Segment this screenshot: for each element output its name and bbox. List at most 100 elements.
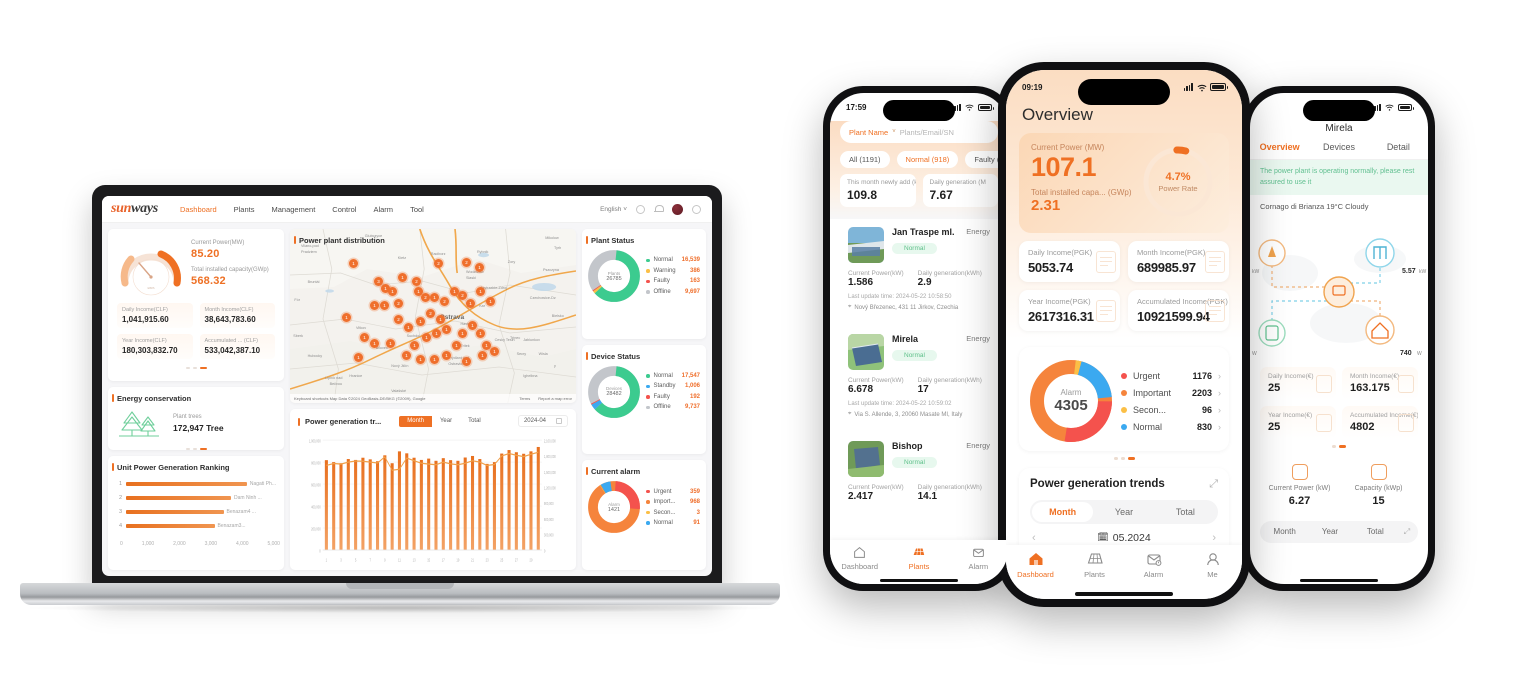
period-tab-year[interactable]: Year bbox=[431, 415, 461, 427]
nav-item-control[interactable]: Control bbox=[332, 205, 356, 214]
map-marker[interactable]: 1 bbox=[466, 299, 475, 308]
period-tab-month[interactable]: Month bbox=[399, 415, 432, 427]
seg-total[interactable]: Total bbox=[1155, 502, 1216, 522]
tab-dashboard[interactable]: Dashboard bbox=[830, 546, 889, 571]
tab-detail[interactable]: Detail bbox=[1369, 142, 1428, 159]
alarm-legend-row[interactable]: Normal 830 › bbox=[1121, 422, 1221, 432]
map-marker[interactable]: 1 bbox=[370, 339, 379, 348]
tab-dashboard[interactable]: Dashboard bbox=[1006, 551, 1065, 579]
date-picker[interactable]: 2024-04 bbox=[517, 415, 568, 427]
map-marker[interactable]: 1 bbox=[388, 287, 397, 296]
carousel-dot-active[interactable] bbox=[199, 448, 207, 450]
prev-month-button[interactable]: ‹ bbox=[1032, 532, 1036, 544]
map-marker[interactable]: 1 bbox=[398, 273, 407, 282]
tab-alarm[interactable]: Alarm bbox=[949, 546, 1008, 571]
avatar[interactable] bbox=[672, 203, 683, 215]
eco-carousel-dots[interactable] bbox=[108, 448, 284, 450]
tab-devices[interactable]: Devices bbox=[1309, 142, 1368, 159]
map-marker[interactable]: 2 bbox=[458, 291, 467, 300]
map-marker[interactable]: 2 bbox=[421, 293, 430, 302]
generation-period-tabs[interactable]: Month Year Total bbox=[399, 415, 489, 427]
carousel-dots[interactable] bbox=[117, 367, 275, 369]
map-card[interactable]: Glubczyce Vilano-pod Pradziem Bruntál Fór Vi… bbox=[290, 229, 576, 403]
nav-item-management[interactable]: Management bbox=[272, 205, 316, 214]
alarm-carousel-dots[interactable] bbox=[1006, 457, 1242, 460]
map-marker[interactable]: 1 bbox=[386, 339, 395, 348]
status-filter-chips[interactable]: All (1191) Normal (918) Faulty (3) bbox=[830, 143, 1008, 172]
plant-card[interactable]: Bishop Normal Energy Current Power(kW) 2.… bbox=[840, 433, 998, 510]
plant-card[interactable]: Mirela Normal Energy Current Power(kW) 6.… bbox=[840, 326, 998, 426]
period-tab-total[interactable]: Total bbox=[460, 415, 489, 427]
income-carousel-dots[interactable] bbox=[1250, 445, 1428, 448]
next-month-button[interactable]: › bbox=[1212, 532, 1216, 544]
map-marker[interactable]: 1 bbox=[436, 315, 445, 324]
map-marker[interactable]: 1 bbox=[430, 355, 439, 364]
detail-tabs[interactable]: Overview Devices Detail bbox=[1250, 142, 1428, 160]
energy-link[interactable]: Energy bbox=[966, 227, 990, 236]
map-marker[interactable]: 1 bbox=[404, 323, 413, 332]
gear-icon[interactable] bbox=[692, 204, 701, 214]
carousel-dot[interactable] bbox=[185, 448, 190, 450]
nav-item-dashboard[interactable]: Dashboard bbox=[180, 205, 217, 214]
map-terms[interactable]: Terms bbox=[519, 396, 530, 401]
plant-card[interactable]: Jan Traspe ml. Normal Energy Current Pow… bbox=[840, 219, 998, 319]
map-marker[interactable]: 1 bbox=[349, 259, 358, 268]
alarm-legend-row[interactable]: Urgent 1176 › bbox=[1121, 371, 1221, 381]
help-icon[interactable] bbox=[636, 204, 645, 214]
map-marker[interactable]: 1 bbox=[416, 317, 425, 326]
nav-item-tool[interactable]: Tool bbox=[410, 205, 424, 214]
map-marker[interactable]: 1 bbox=[458, 329, 467, 338]
map-marker[interactable]: 1 bbox=[354, 353, 363, 362]
tab-me[interactable]: Me bbox=[1183, 551, 1242, 579]
seg-total[interactable]: Total bbox=[1353, 523, 1398, 540]
map-marker[interactable]: 1 bbox=[422, 333, 431, 342]
language-selector[interactable]: English ˅ bbox=[600, 206, 627, 213]
tab-plants[interactable]: Plants bbox=[1065, 551, 1124, 579]
expand-icon[interactable]: ⤢ bbox=[1209, 478, 1218, 491]
map-marker[interactable]: 1 bbox=[475, 263, 484, 272]
alarm-legend-row[interactable]: Important 2203 › bbox=[1121, 388, 1221, 398]
map-marker[interactable]: 2 bbox=[434, 259, 443, 268]
map-marker[interactable]: 1 bbox=[380, 301, 389, 310]
carousel-dot[interactable] bbox=[192, 448, 197, 450]
carousel-dot[interactable] bbox=[1332, 445, 1336, 448]
nav-item-alarm[interactable]: Alarm bbox=[373, 205, 393, 214]
carousel-dot[interactable] bbox=[185, 367, 190, 369]
carousel-dot[interactable] bbox=[1113, 457, 1118, 460]
tab-plants[interactable]: Plants bbox=[889, 546, 948, 571]
map-marker[interactable]: 1 bbox=[402, 351, 411, 360]
trends-period-tabs[interactable]: Month Year Total bbox=[1030, 499, 1218, 524]
energy-link[interactable]: Energy bbox=[966, 441, 990, 450]
map-marker[interactable]: 1 bbox=[342, 313, 351, 322]
map-marker[interactable]: 2 bbox=[394, 299, 403, 308]
map-marker[interactable]: 1 bbox=[432, 329, 441, 338]
map-marker[interactable]: 1 bbox=[478, 351, 487, 360]
map-marker[interactable]: 1 bbox=[410, 341, 419, 350]
carousel-dot-active[interactable] bbox=[199, 367, 207, 369]
filter-chip-normal[interactable]: Normal (918) bbox=[896, 151, 959, 168]
map-marker[interactable]: 2 bbox=[440, 297, 449, 306]
map-report[interactable]: Report a map error bbox=[538, 396, 572, 401]
tab-alarm[interactable]: Alarm bbox=[1124, 551, 1183, 579]
map-marker[interactable]: 1 bbox=[476, 329, 485, 338]
map-marker[interactable]: 1 bbox=[490, 347, 499, 356]
carousel-dot[interactable] bbox=[192, 367, 197, 369]
map-marker[interactable]: 1 bbox=[452, 341, 461, 350]
nav-item-plants[interactable]: Plants bbox=[234, 205, 255, 214]
seg-year[interactable]: Year bbox=[1307, 523, 1352, 540]
map-marker[interactable]: 1 bbox=[442, 351, 451, 360]
notification-bell-icon[interactable] bbox=[654, 204, 664, 214]
plant-name-filter[interactable]: Plant Name bbox=[849, 128, 888, 137]
seg-month[interactable]: Month bbox=[1262, 523, 1307, 540]
map-marker[interactable]: 2 bbox=[426, 309, 435, 318]
energy-link[interactable]: Energy bbox=[966, 334, 990, 343]
map-marker[interactable]: 1 bbox=[486, 297, 495, 306]
map-marker[interactable]: 1 bbox=[416, 355, 425, 364]
map-marker[interactable]: 2 bbox=[394, 315, 403, 324]
plant-search-bar[interactable]: Plant Name ˅ Plants/Email/SN bbox=[840, 121, 998, 143]
alarm-legend-row[interactable]: Secon... 96 › bbox=[1121, 405, 1221, 415]
map-marker[interactable]: 1 bbox=[462, 357, 471, 366]
carousel-dot-active[interactable] bbox=[1339, 445, 1346, 448]
map-marker[interactable]: 1 bbox=[370, 301, 379, 310]
period-segment[interactable]: Month Year Total ⤢ bbox=[1260, 520, 1418, 543]
